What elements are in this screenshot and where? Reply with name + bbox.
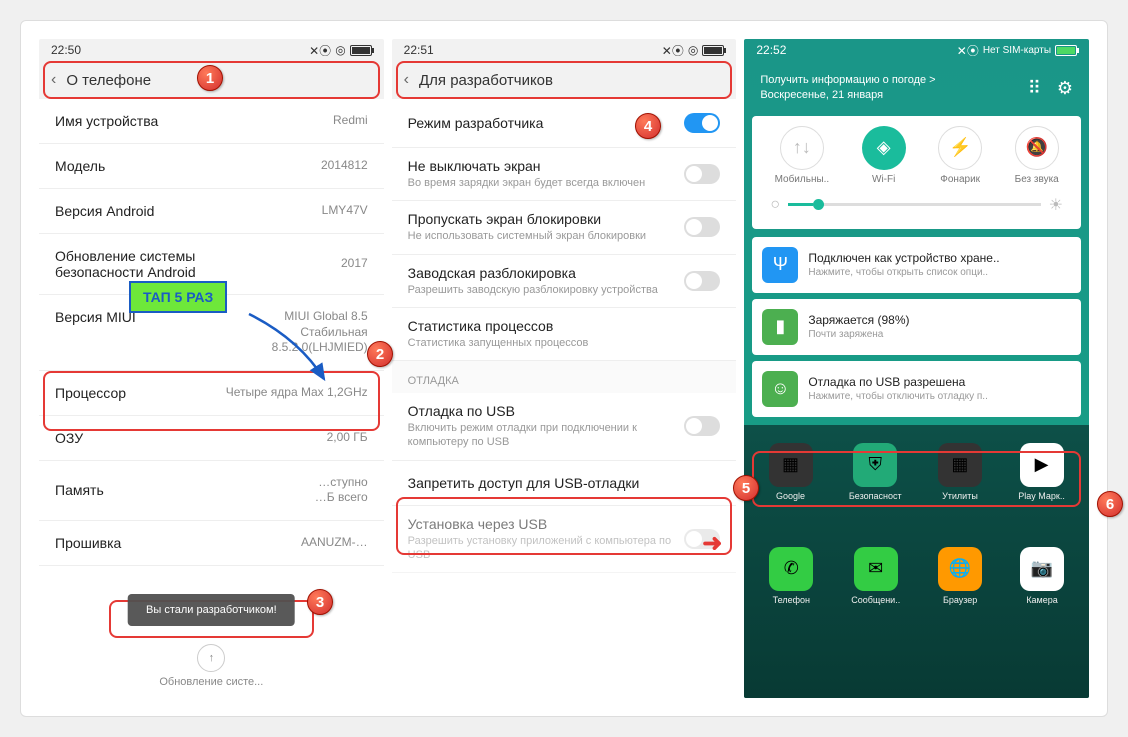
row-keep-screen[interactable]: Не выключать экранВо время зарядки экран… [392,148,737,201]
message-icon: ✉ [854,547,898,591]
badge-6: 6 [1097,491,1123,517]
row-storage[interactable]: Память …ступно …Б всего [39,461,384,521]
camera-icon: 📷 [1020,547,1064,591]
badge-3: 3 [307,589,333,615]
notif-usb-debug[interactable]: ☺ Отладка по USB разрешенаНажмите, чтобы… [752,361,1081,417]
toggle-dev-mode[interactable] [684,113,720,133]
grid-icon[interactable]: ⠿ [1028,78,1041,99]
phone-notifications: 22:52 ✕⦿ Нет SIM-карты Получить информац… [744,39,1089,698]
row-usb-debug[interactable]: Отладка по USBВключить режим отладки при… [392,393,737,461]
qs-torch[interactable]: ⚡Фонарик [938,126,982,185]
qs-silent[interactable]: 🔕Без звука [1015,126,1059,185]
tap-5-times-label: ТАП 5 РАЗ [129,281,227,313]
quick-settings: ↑↓Мобильны.. ◈Wi-Fi ⚡Фонарик 🔕Без звука … [752,116,1081,229]
brightness-high-icon: ☀ [1049,195,1063,215]
notification-list: Ψ Подключен как устройство хране..Нажмит… [752,237,1081,417]
toggle-keep-screen[interactable] [684,164,720,184]
battery-icon [350,45,372,56]
row-install-usb[interactable]: Установка через USBРазрешить установку п… [392,506,737,574]
header-title: О телефоне [66,72,151,89]
toast-developer: Вы стали разработчиком! [128,594,295,626]
app-google[interactable]: ▦Google [769,443,813,501]
brightness-slider[interactable]: ○ ☀ [758,185,1075,219]
app-security[interactable]: ⛨Безопасност [849,443,902,501]
back-icon[interactable]: ‹ [404,71,409,89]
play-icon: ▶ [1020,443,1064,487]
toggle-usb-debug[interactable] [684,416,720,436]
arrow-enable-icon: ➜ [702,529,722,558]
silent-icon: 🔕 [1015,126,1059,170]
header-developer[interactable]: ‹ Для разработчиков [392,61,737,99]
signal-icon: ◎ [335,43,345,57]
home-screen: ▦Google ⛨Безопасност ▦Утилиты ▶Play Марк… [744,425,1089,698]
battery-charging-icon: ▮ [762,309,798,345]
signal-icon: ◎ [688,43,698,57]
app-tools[interactable]: ▦Утилиты [938,443,982,501]
vibrate-icon: ✕⦿ [662,42,684,59]
sim-status: Нет SIM-карты [983,45,1051,56]
app-play[interactable]: ▶Play Марк.. [1018,443,1065,501]
badge-5: 5 [733,475,759,501]
app-phone[interactable]: ✆Телефон [769,547,813,605]
mobile-data-icon: ↑↓ [780,126,824,170]
qs-mobile[interactable]: ↑↓Мобильны.. [775,126,830,185]
brightness-low-icon: ○ [770,196,780,214]
status-icons: ✕⦿ ◎ [662,42,725,59]
status-icons: ✕⦿ Нет SIM-карты [957,42,1077,59]
toggle-oem-unlock[interactable] [684,271,720,291]
app-browser[interactable]: 🌐Браузер [938,547,982,605]
battery-icon [702,45,724,56]
shield-icon: ⛨ [853,443,897,487]
status-bar: 22:50 ✕⦿ ◎ [39,39,384,61]
row-proc-stats[interactable]: Статистика процессовСтатистика запущенны… [392,308,737,361]
gear-icon[interactable]: ⚙ [1057,78,1073,99]
row-revoke-usb[interactable]: Запретить доступ для USB-отладки [392,461,737,506]
folder-icon: ▦ [938,443,982,487]
dev-list: Режим разработчика Не выключать экранВо … [392,99,737,698]
toggle-skip-lock[interactable] [684,217,720,237]
app-messages[interactable]: ✉Сообщени.. [851,547,900,605]
arrow-tap [239,309,339,389]
vibrate-icon: ✕⦿ [309,42,331,59]
status-bar: 22:51 ✕⦿ ◎ [392,39,737,61]
status-time: 22:50 [51,43,81,57]
phone-developer: 22:51 ✕⦿ ◎ ‹ Для разработчиков Режим раз… [392,39,737,698]
notif-charging[interactable]: ▮ Заряжается (98%)Почти заряжена [752,299,1081,355]
torch-icon: ⚡ [938,126,982,170]
row-dev-mode[interactable]: Режим разработчика [392,99,737,148]
row-model[interactable]: Модель 2014812 [39,144,384,189]
status-icons: ✕⦿ ◎ [309,42,372,59]
usb-icon: Ψ [762,247,798,283]
notif-usb-storage[interactable]: Ψ Подключен как устройство хране..Нажмит… [752,237,1081,293]
header-title: Для разработчиков [419,72,553,89]
battery-icon [1055,45,1077,56]
row-android-version[interactable]: Версия Android LMY47V [39,189,384,234]
status-time: 22:52 [756,43,786,57]
wifi-icon: ◈ [862,126,906,170]
section-debug: ОТЛАДКА [392,361,737,393]
row-firmware[interactable]: Прошивка AANUZM-… [39,521,384,566]
badge-4: 4 [635,113,661,139]
vibrate-icon: ✕⦿ [957,42,979,59]
folder-icon: ▦ [769,443,813,487]
android-icon: ☺ [762,371,798,407]
arrow-up-icon: ↑ [197,644,225,672]
weather-bar[interactable]: Получить информацию о погоде > Воскресен… [744,61,1089,116]
row-oem-unlock[interactable]: Заводская разблокировкаРазрешить заводск… [392,255,737,308]
status-time: 22:51 [404,43,434,57]
row-ram[interactable]: ОЗУ 2,00 ГБ [39,416,384,461]
app-camera[interactable]: 📷Камера [1020,547,1064,605]
row-skip-lock[interactable]: Пропускать экран блокировкиНе использова… [392,201,737,254]
row-device-name[interactable]: Имя устройства Redmi [39,99,384,144]
update-bar[interactable]: ↑ Обновление систе... [39,634,384,698]
globe-icon: 🌐 [938,547,982,591]
qs-wifi[interactable]: ◈Wi-Fi [862,126,906,185]
badge-2: 2 [367,341,393,367]
badge-1: 1 [197,65,223,91]
phone-icon: ✆ [769,547,813,591]
status-bar: 22:52 ✕⦿ Нет SIM-карты [744,39,1089,61]
back-icon[interactable]: ‹ [51,71,56,89]
tutorial-container: 22:50 ✕⦿ ◎ ‹ О телефоне Имя устройства R… [20,20,1108,717]
